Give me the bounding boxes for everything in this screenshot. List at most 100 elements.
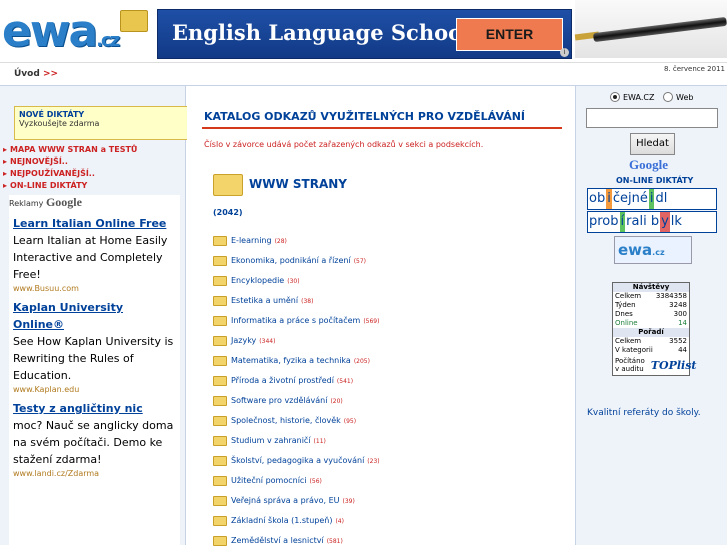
folder-icon [213, 436, 227, 446]
category-name[interactable]: Informatika a práce s počítačem [231, 316, 360, 325]
category-name[interactable]: Školství, pedagogika a vyučování [231, 456, 364, 465]
promo-link[interactable]: Kvalitní referáty do školy. [587, 408, 701, 418]
header: ewa.cz English Language School ENTER i [0, 0, 727, 60]
section-title[interactable]: WWW STRANY [249, 177, 347, 191]
category-name[interactable]: Estetika a umění [231, 296, 298, 305]
category-count: (20) [330, 398, 343, 405]
category-count: (28) [274, 238, 287, 245]
sidebar-item-mapa[interactable]: ▸ MAPA WWW STRAN a TESTŮ [3, 144, 183, 156]
category-name[interactable]: Veřejná správa a právo, EU [231, 496, 340, 505]
breadcrumb-arrows: >> [42, 69, 59, 79]
category-name[interactable]: Ekonomika, podnikání a řízení [231, 256, 351, 265]
category-link[interactable]: Základní škola (1.stupeň) (4) [231, 516, 344, 525]
category-name[interactable]: Jazyky [231, 336, 256, 345]
category-link[interactable]: Společnost, historie, člověk (95) [231, 416, 356, 425]
google-logo: Google [629, 157, 668, 172]
ad-url[interactable]: www.Busuu.com [13, 283, 176, 295]
dictation-banner[interactable]: ob i čejné i dl prob í rali b y lk [587, 188, 717, 234]
ad-url[interactable]: www.landi.cz/Zdarma [13, 468, 176, 480]
ad-url[interactable]: www.Kaplan.edu [13, 384, 176, 396]
breadcrumb-home[interactable]: Úvod [14, 69, 40, 79]
sidebar-item-online-diktaty[interactable]: ▸ ON-LINE DIKTÁTY [3, 180, 183, 192]
category-link[interactable]: Ekonomika, podnikání a řízení (57) [231, 256, 366, 265]
sidebar-item-nejpouzivanejsi[interactable]: ▸ NEJPOUŽÍVANĚJŠÍ.. [3, 168, 183, 180]
stats-rank-header: Pořadí [613, 328, 689, 337]
category-link[interactable]: Zemědělství a lesnictví (581) [231, 536, 343, 545]
stats-row: Celkem 3552 [615, 337, 687, 345]
ad-info-icon[interactable]: i [560, 48, 569, 57]
category-link[interactable]: Příroda a životní prostředí (541) [231, 376, 353, 385]
folder-icon [213, 456, 227, 466]
main-content: KATALOG ODKAZŮ VYUŽITELNÝCH PRO VZDĚLÁVÁ… [187, 86, 574, 546]
ad-body: moc? Nauč se anglicky doma na svém počít… [13, 419, 174, 466]
category-link[interactable]: Software pro vzdělávání (20) [231, 396, 343, 405]
ewa-logo[interactable]: ewa.cz [2, 2, 152, 58]
folder-icon [213, 516, 227, 526]
category-count: (344) [259, 338, 276, 345]
search-input[interactable] [586, 108, 718, 128]
category-link[interactable]: Veřejná správa a právo, EU (39) [231, 496, 355, 505]
category-name[interactable]: Základní škola (1.stupeň) [231, 516, 332, 525]
category-link[interactable]: Informatika a práce s počítačem (569) [231, 316, 379, 325]
ad-body: Learn Italian at Home Easily Interactive… [13, 234, 168, 281]
radio-ewa[interactable] [610, 92, 620, 102]
category-count: (4) [335, 518, 344, 525]
category-link[interactable]: Užiteční pomocníci (56) [231, 476, 322, 485]
ads-header[interactable]: Reklamy Google [9, 195, 180, 211]
folder-icon [213, 174, 243, 196]
category-count: (205) [353, 358, 370, 365]
category-name[interactable]: Software pro vzdělávání [231, 396, 327, 405]
radio-web[interactable] [663, 92, 674, 102]
section-count: (2042) [213, 208, 243, 217]
promo-title[interactable]: NOVÉ DIKTÁTY [19, 110, 195, 119]
folder-icon [213, 496, 227, 506]
category-link[interactable]: Encyklopedie (30) [231, 276, 300, 285]
toplist-stats[interactable]: Návštěvy Celkem 3384358 Týden 3248 Dnes 300… [612, 282, 696, 376]
promo-text: Vyzkoušejte zdarma [19, 119, 100, 128]
ad-headline[interactable]: Kaplan University Online® [13, 299, 176, 333]
right-sidebar: EWA.CZ Web Hledat Google ON-LINE DIKTÁTY… [575, 86, 727, 545]
category-name[interactable]: Encyklopedie [231, 276, 284, 285]
online-dictations-title[interactable]: ON-LINE DIKTÁTY [616, 176, 693, 185]
category-count: (30) [287, 278, 300, 285]
category-link[interactable]: E-learning (28) [231, 236, 287, 245]
search-scope: EWA.CZ Web [610, 92, 699, 102]
banner-title: English Language School [172, 20, 471, 45]
category-link[interactable]: Školství, pedagogika a vyučování (23) [231, 456, 380, 465]
category-count: (57) [353, 258, 367, 265]
category-link[interactable]: Studium v zahraničí (11) [231, 436, 326, 445]
search-button[interactable]: Hledat [630, 133, 675, 155]
category-link[interactable]: Estetika a umění (38) [231, 296, 313, 305]
ad-item[interactable]: Learn Italian Online Free Learn Italian … [9, 215, 180, 295]
folder-icon [213, 356, 227, 366]
category-count: (38) [301, 298, 314, 305]
pen-shaft [592, 16, 727, 43]
category-name[interactable]: Příroda a životní prostředí [231, 376, 334, 385]
ad-headline[interactable]: Testy z angličtiny nic [13, 400, 176, 417]
folder-icon [213, 416, 227, 426]
folder-icon [213, 316, 227, 326]
category-name[interactable]: Zemědělství a lesnictví [231, 536, 324, 545]
promo-box-dictations[interactable]: NOVÉ DIKTÁTY Vyzkoušejte zdarma [14, 106, 200, 140]
sidebar-item-nejnovejsi[interactable]: ▸ NEJNOVĚJŠÍ.. [3, 156, 183, 168]
category-name[interactable]: E-learning [231, 236, 272, 245]
breadcrumb[interactable]: Úvod >> [14, 69, 58, 79]
banner-enter-button[interactable]: ENTER [456, 18, 563, 51]
folder-icon [213, 276, 227, 286]
ad-banner[interactable]: English Language School ENTER i [157, 9, 572, 59]
category-link[interactable]: Jazyky (344) [231, 336, 275, 345]
bullet-arrow-icon: ▸ [3, 145, 8, 154]
category-name[interactable]: Studium v zahraničí [231, 436, 311, 445]
folder-icon [213, 256, 227, 266]
category-link[interactable]: Matematika, fyzika a technika (205) [231, 356, 370, 365]
category-count: (581) [326, 538, 343, 545]
ad-item[interactable]: Testy z angličtiny nic moc? Nauč se angl… [9, 400, 180, 480]
folder-icon [213, 476, 227, 486]
count-note: Číslo v závorce udává počet zařazených o… [204, 140, 484, 149]
category-name[interactable]: Společnost, historie, člověk [231, 416, 341, 425]
ad-item[interactable]: Kaplan University Online® See How Kaplan… [9, 299, 180, 396]
category-name[interactable]: Matematika, fyzika a technika [231, 356, 351, 365]
ad-headline[interactable]: Learn Italian Online Free [13, 215, 176, 232]
category-name[interactable]: Užiteční pomocníci [231, 476, 307, 485]
ewa-small-logo[interactable]: ewa.cz [614, 236, 692, 264]
